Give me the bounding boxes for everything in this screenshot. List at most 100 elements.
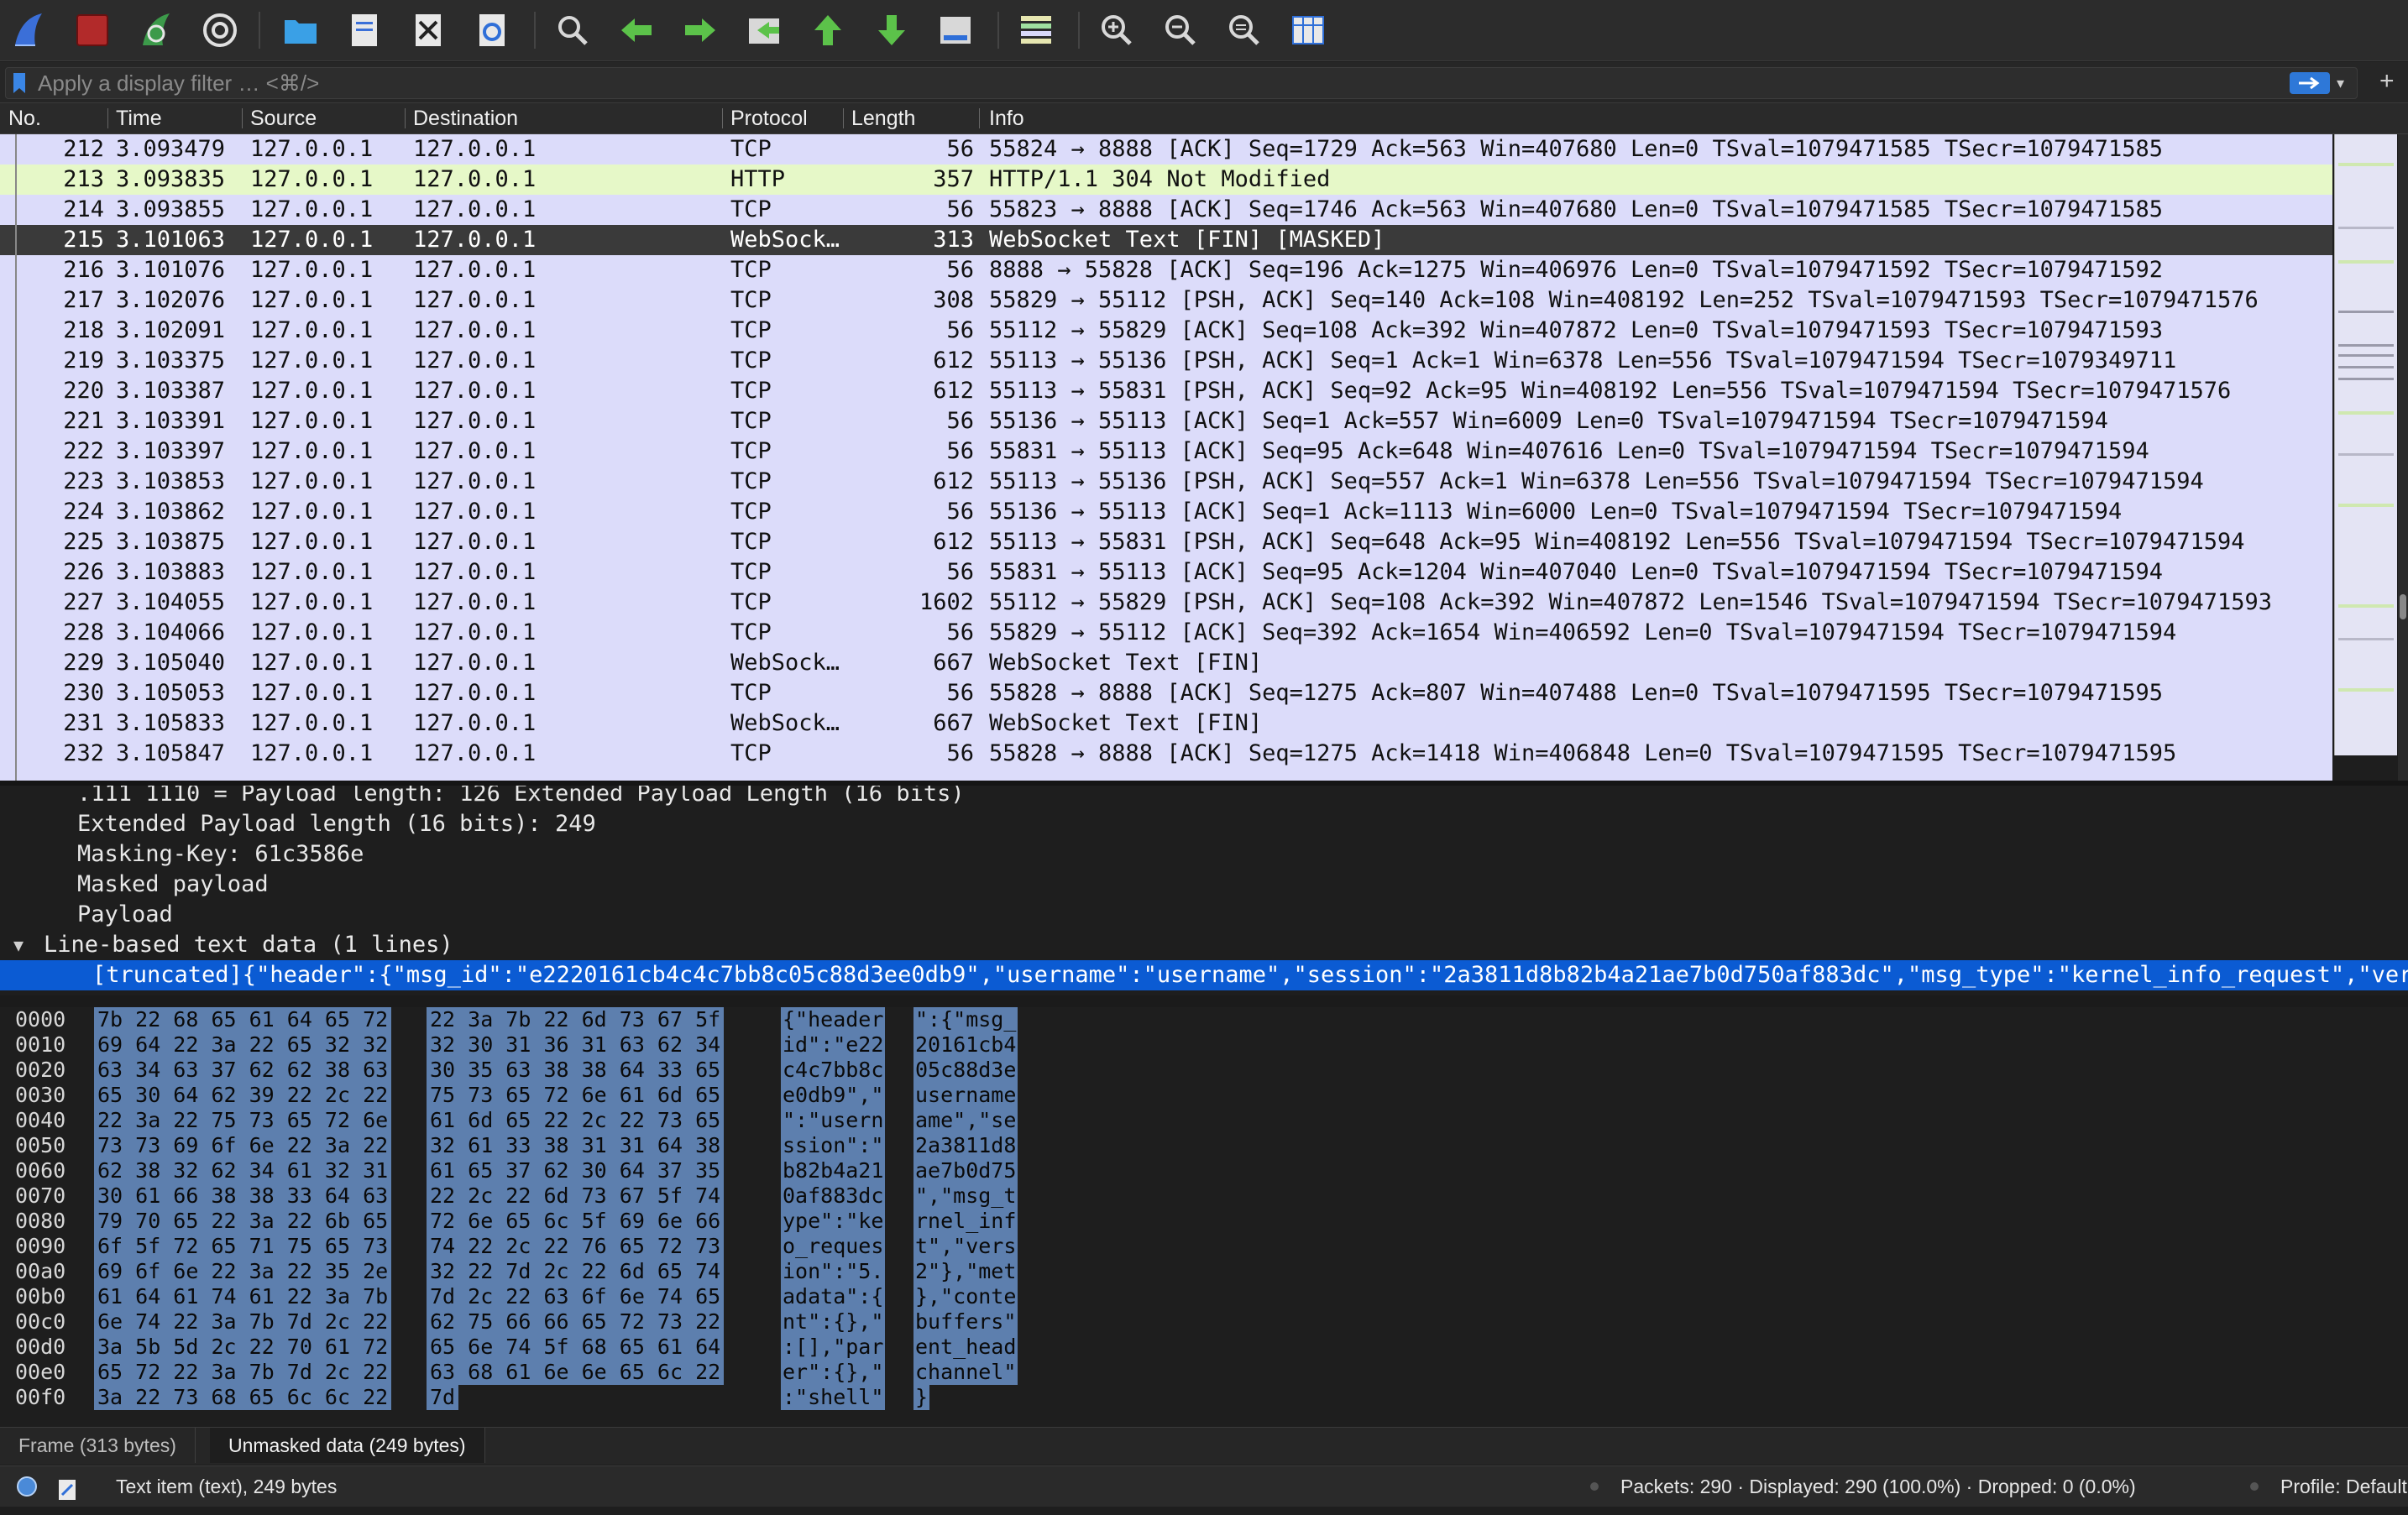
cell-info: WebSocket Text [FIN] [MASKED]	[989, 227, 1385, 253]
detail-line[interactable]: .111 1110 = Payload length: 126 Extended…	[0, 786, 2408, 809]
restart-capture-icon[interactable]	[134, 8, 178, 52]
ascii-bytes: 0af883dc	[781, 1183, 886, 1209]
table-row[interactable]: 220 3.103387 127.0.0.1 127.0.0.1 TCP 612 55113…	[0, 376, 2332, 406]
table-row[interactable]: 226 3.103883 127.0.0.1 127.0.0.1 TCP 56 55831 …	[0, 557, 2332, 588]
cell-source: 127.0.0.1	[250, 378, 374, 404]
bookmark-icon[interactable]	[11, 71, 28, 95]
cell-protocol: TCP	[730, 680, 772, 706]
table-row[interactable]: 212 3.093479 127.0.0.1 127.0.0.1 TCP 56 55824 …	[0, 134, 2332, 165]
packet-details-pane[interactable]: .111 1110 = Payload length: 126 Extended…	[0, 786, 2408, 995]
table-row[interactable]: 213 3.093835 127.0.0.1 127.0.0.1 HTTP 357 HTTP…	[0, 165, 2332, 195]
start-capture-icon[interactable]	[7, 8, 50, 52]
display-filter-input[interactable]	[36, 70, 2256, 97]
ascii-bytes: id":"e22	[781, 1032, 886, 1058]
cell-source: 127.0.0.1	[250, 227, 374, 253]
detail-line[interactable]: Masking-Key: 61c3586e	[0, 839, 2408, 870]
selected-text-value: [truncated]{"header":{"msg_id":"e2220161…	[92, 962, 2408, 988]
column-header-no[interactable]: No.	[8, 106, 41, 131]
cell-info: 8888 → 55828 [ACK] Seq=196 Ack=1275 Win=…	[989, 257, 2163, 283]
table-row[interactable]: 218 3.102091 127.0.0.1 127.0.0.1 TCP 56 55112 …	[0, 316, 2332, 346]
column-header-destination[interactable]: Destination	[413, 106, 518, 131]
reload-file-icon[interactable]	[470, 8, 514, 52]
byte-offset: 0030	[15, 1083, 66, 1107]
table-row[interactable]: 221 3.103391 127.0.0.1 127.0.0.1 TCP 56 55136 …	[0, 406, 2332, 436]
table-row[interactable]: 219 3.103375 127.0.0.1 127.0.0.1 TCP 612 55113…	[0, 346, 2332, 376]
stop-capture-icon[interactable]	[71, 8, 114, 52]
table-row[interactable]: 217 3.102076 127.0.0.1 127.0.0.1 TCP 308 55829…	[0, 285, 2332, 316]
table-row[interactable]: 227 3.104055 127.0.0.1 127.0.0.1 TCP 1602 5511…	[0, 588, 2332, 618]
table-row[interactable]: 232 3.105847 127.0.0.1 127.0.0.1 TCP 56 55828 …	[0, 739, 2332, 769]
go-forward-icon[interactable]	[678, 8, 722, 52]
packet-minimap[interactable]	[2334, 134, 2397, 755]
table-row[interactable]: 224 3.103862 127.0.0.1 127.0.0.1 TCP 56 55136 …	[0, 497, 2332, 527]
tab-unmasked-data[interactable]: Unmasked data (249 bytes)	[210, 1428, 485, 1463]
find-packet-icon[interactable]	[551, 8, 594, 52]
table-row[interactable]: 230 3.105053 127.0.0.1 127.0.0.1 TCP 56 55828 …	[0, 678, 2332, 708]
selected-text-item[interactable]: [truncated]{"header":{"msg_id":"e2220161…	[0, 960, 2408, 990]
hex-bytes: 62 38 32 62 34 61 32 31	[94, 1158, 392, 1183]
display-filter-bar: ▾ +	[0, 62, 2408, 103]
table-row[interactable]: 228 3.104066 127.0.0.1 127.0.0.1 TCP 56 55829 …	[0, 618, 2332, 648]
close-file-icon[interactable]	[406, 8, 450, 52]
cell-time: 3.104066	[116, 619, 226, 645]
open-file-icon[interactable]	[279, 8, 322, 52]
apply-filter-icon[interactable]	[2290, 72, 2330, 94]
cell-length: 56	[946, 499, 974, 525]
column-header-time[interactable]: Time	[116, 106, 162, 131]
cell-source: 127.0.0.1	[250, 499, 374, 525]
cell-destination: 127.0.0.1	[413, 650, 537, 676]
status-profile[interactable]: Profile: Default	[2280, 1466, 2407, 1507]
table-row[interactable]: 223 3.103853 127.0.0.1 127.0.0.1 TCP 612 55113…	[0, 467, 2332, 497]
go-to-packet-icon[interactable]	[742, 8, 786, 52]
table-row[interactable]: 225 3.103875 127.0.0.1 127.0.0.1 TCP 612 55113…	[0, 527, 2332, 557]
table-row[interactable]: 222 3.103397 127.0.0.1 127.0.0.1 TCP 56 55831 …	[0, 436, 2332, 467]
column-header-length[interactable]: Length	[851, 106, 915, 131]
column-header-source[interactable]: Source	[250, 106, 317, 131]
expand-chevron-icon[interactable]: ▼	[13, 930, 24, 960]
packet-list-scrollbar[interactable]	[2398, 134, 2408, 781]
cell-time: 3.105833	[116, 710, 226, 736]
first-packet-icon[interactable]	[806, 8, 850, 52]
add-filter-button-icon[interactable]: +	[2379, 69, 2403, 94]
byte-offset: 0000	[15, 1007, 66, 1032]
cell-destination: 127.0.0.1	[413, 589, 537, 615]
ascii-bytes: },"conte	[913, 1284, 1018, 1309]
filter-dropdown-icon[interactable]: ▾	[2337, 73, 2352, 93]
resize-columns-icon[interactable]	[1286, 8, 1330, 52]
go-back-icon[interactable]	[615, 8, 658, 52]
line-based-text-section[interactable]: ▼ Line-based text data (1 lines)	[0, 930, 2408, 960]
detail-line[interactable]: Payload	[0, 900, 2408, 930]
capture-options-icon[interactable]	[198, 8, 242, 52]
byte-offset: 0010	[15, 1032, 66, 1057]
ascii-bytes: ae7b0d75	[913, 1158, 1018, 1183]
cell-source: 127.0.0.1	[250, 559, 374, 585]
cell-info: 55824 → 8888 [ACK] Seq=1729 Ack=563 Win=…	[989, 136, 2163, 162]
packet-list[interactable]: 212 3.093479 127.0.0.1 127.0.0.1 TCP 56 55824 …	[0, 134, 2332, 781]
detail-line[interactable]: Masked payload	[0, 870, 2408, 900]
last-packet-icon[interactable]	[870, 8, 913, 52]
table-row[interactable]: 229 3.105040 127.0.0.1 127.0.0.1 WebSock… 667…	[0, 648, 2332, 678]
table-row[interactable]: 215 3.101063 127.0.0.1 127.0.0.1 WebSock… 313…	[0, 225, 2332, 255]
detail-line[interactable]: Extended Payload length (16 bits): 249	[0, 809, 2408, 839]
cell-protocol: WebSock…	[730, 227, 840, 253]
cell-length: 1602	[919, 589, 974, 615]
save-file-icon[interactable]	[343, 8, 386, 52]
table-row[interactable]: 231 3.105833 127.0.0.1 127.0.0.1 WebSock… 667…	[0, 708, 2332, 739]
auto-scroll-icon[interactable]	[934, 8, 977, 52]
capture-comment-icon[interactable]	[57, 1475, 77, 1500]
table-row[interactable]: 216 3.101076 127.0.0.1 127.0.0.1 TCP 56 8888 →…	[0, 255, 2332, 285]
scrollbar-thumb[interactable]	[2400, 594, 2406, 619]
expert-info-icon[interactable]	[17, 1476, 37, 1497]
normal-size-icon[interactable]	[1222, 8, 1266, 52]
zoom-in-icon[interactable]	[1095, 8, 1139, 52]
cell-info: 55113 → 55136 [PSH, ACK] Seq=1 Ack=1 Win…	[989, 347, 2177, 374]
column-header-info[interactable]: Info	[989, 106, 1024, 131]
column-header-protocol[interactable]: Protocol	[730, 106, 808, 131]
tab-frame[interactable]: Frame (313 bytes)	[0, 1428, 196, 1463]
colorize-icon[interactable]	[1014, 8, 1058, 52]
zoom-out-icon[interactable]	[1159, 8, 1202, 52]
table-row[interactable]: 214 3.093855 127.0.0.1 127.0.0.1 TCP 56 55823 …	[0, 195, 2332, 225]
packet-bytes-pane[interactable]: 0000 7b 22 68 65 61 64 65 72 22 3a 7b 22 6…	[0, 1007, 2408, 1424]
hex-bytes: 63 34 63 37 62 62 38 63	[94, 1058, 392, 1083]
cell-source: 127.0.0.1	[250, 589, 374, 615]
